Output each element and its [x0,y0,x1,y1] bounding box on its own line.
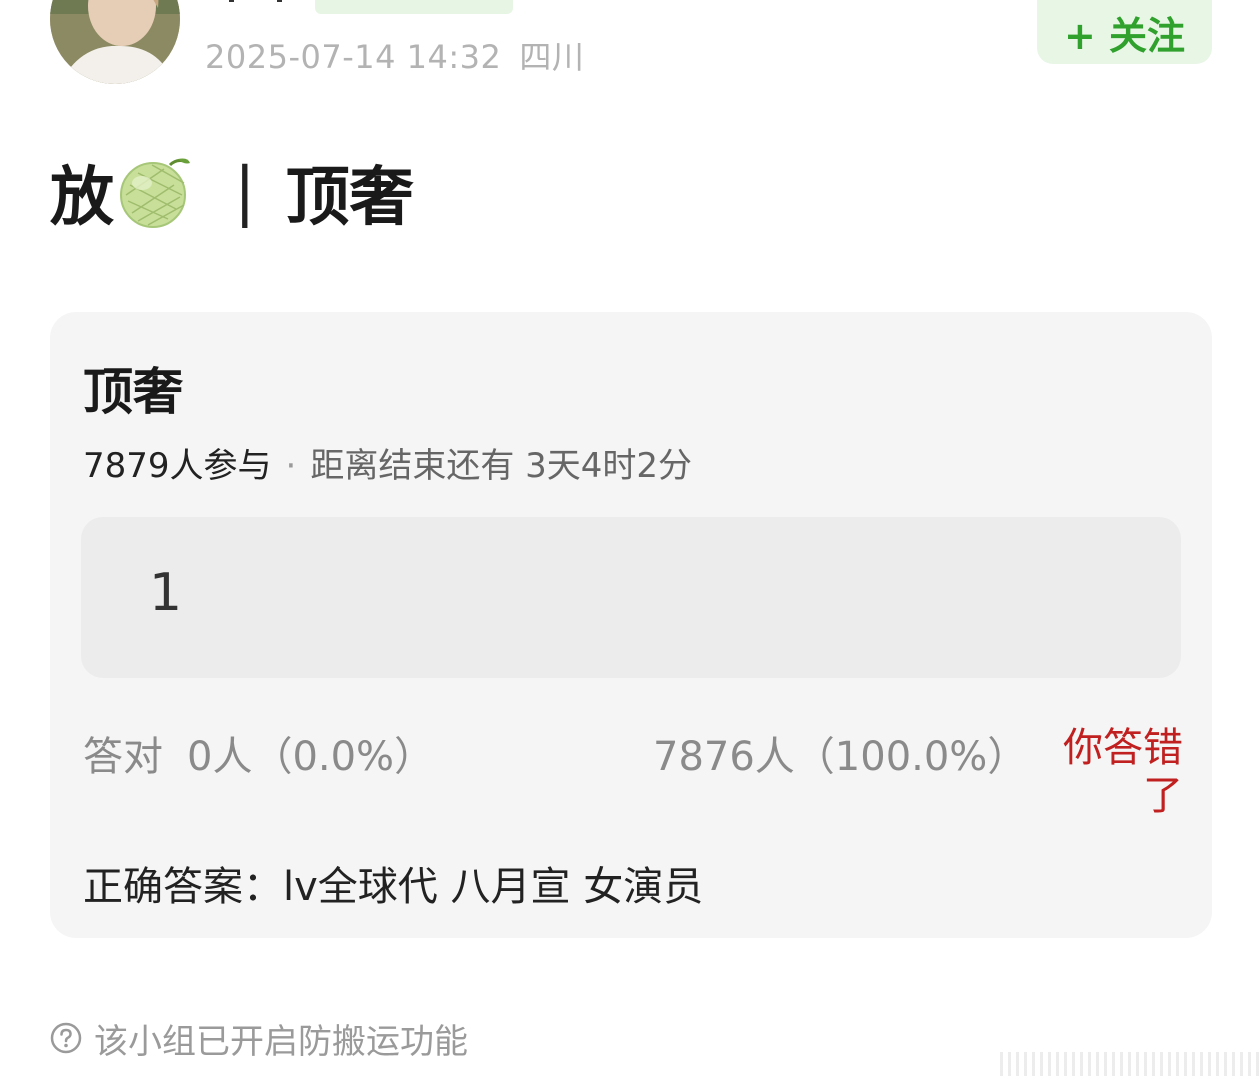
post-timestamp: 2025-07-14 14:32 [205,38,502,76]
avatar[interactable] [50,0,180,84]
post-title-suffix: 顶奢 [285,161,414,235]
post-title-separator: | [234,155,256,229]
anti-repost-notice[interactable]: 该小组已开启防搬运功能 [50,1016,468,1062]
post-title: 放 | 顶奢 [50,152,414,235]
quiz-option[interactable]: 1 [81,517,1181,678]
time-remaining: 距离结束还有 3天4时2分 [310,446,693,486]
correct-stat: 答对 0人（0.0%） [83,724,434,782]
correct-count: 0人（0.0%） [187,734,435,780]
follow-button[interactable]: + 关注 [1037,0,1212,64]
quiz-stats: 7879人参与 · 距离结束还有 3天4时2分 [83,438,692,487]
quiz-option-label: 1 [149,563,183,623]
quiz-title: 顶奢 [83,363,183,421]
quiz-results: 答对 0人（0.0%） 7876人（100.0%） 你答错了 [83,724,1183,834]
quiz-card: 顶奢 7879人参与 · 距离结束还有 3天4时2分 1 答对 0人（0.0%） 78… [50,312,1212,938]
post-meta: 2025-07-14 14:32 四川 [205,32,584,78]
post-page: 2025-07-14 14:32 四川 + 关注 放 | 顶奢 顶奢 7879人参… [0,0,1260,1088]
correct-answer: 正确答案：lv全球代 八月宣 女演员 [83,864,704,910]
post-location: 四川 [519,38,585,76]
correct-label: 答对 [83,734,163,780]
wrong-count: 7876人（100.0%） [653,734,1028,780]
user-tag-badge [315,0,513,14]
avatar-image [50,0,180,84]
wrong-answer-note: 你答错了 [1063,725,1183,819]
participant-count: 7879人参与 [83,446,272,486]
scroll-indicator [1000,1052,1260,1076]
post-title-prefix: 放 [50,161,114,235]
melon-icon [120,158,190,228]
username-glyphs [225,0,295,2]
stats-separator: · [285,446,297,486]
question-circle-icon [50,1022,82,1054]
anti-repost-label: 该小组已开启防搬运功能 [94,1021,468,1062]
